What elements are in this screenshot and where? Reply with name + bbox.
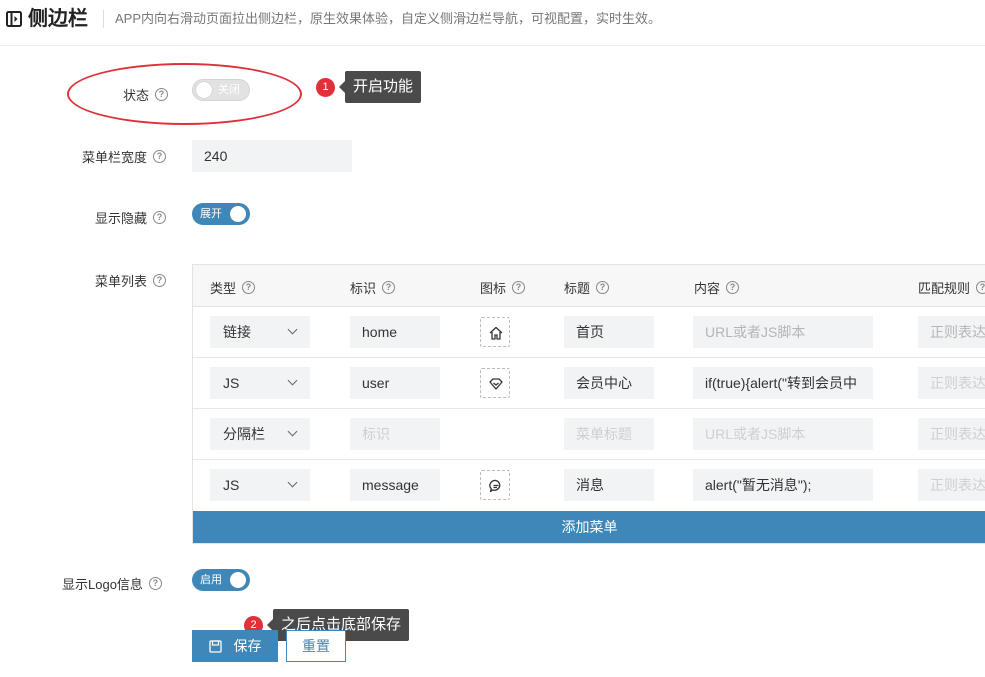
- id-input[interactable]: 标识: [350, 418, 440, 450]
- rule-input[interactable]: 正则表达: [918, 367, 985, 399]
- th-rule: 匹配规则?: [918, 278, 985, 297]
- sidebar-icon: [6, 11, 22, 27]
- logo-label: 显示Logo信息 ?: [62, 574, 162, 593]
- title-input[interactable]: 首页: [564, 316, 654, 348]
- page-title: 侧边栏: [28, 8, 88, 30]
- chevron-down-icon: [287, 375, 298, 386]
- chevron-down-icon: [287, 324, 298, 335]
- type-select[interactable]: 链接: [210, 316, 310, 348]
- content-input[interactable]: alert("暂无消息");: [693, 469, 873, 501]
- save-icon: [208, 639, 222, 653]
- th-icon-text: 图标: [480, 281, 507, 296]
- logo-toggle[interactable]: 启用: [192, 569, 250, 591]
- show-hide-label: 显示隐藏 ?: [95, 208, 167, 227]
- row-divider: [193, 357, 985, 358]
- type-select[interactable]: JS: [210, 469, 310, 501]
- menu-list-label-text: 菜单列表: [95, 274, 148, 289]
- help-icon[interactable]: ?: [976, 281, 985, 294]
- th-title: 标题?: [564, 278, 610, 297]
- th-type: 类型?: [210, 278, 256, 297]
- width-input[interactable]: 240: [192, 140, 352, 172]
- id-input[interactable]: user: [350, 367, 440, 399]
- page-header: 侧边栏 APP内向右滑动页面拉出侧边栏，原生效果体验，自定义侧滑边栏导航，可视配…: [0, 0, 985, 46]
- title-input[interactable]: 会员中心: [564, 367, 654, 399]
- rule-input[interactable]: 正则表达: [918, 316, 985, 348]
- th-content-text: 内容: [694, 281, 721, 296]
- th-icon: 图标?: [480, 278, 526, 297]
- show-hide-toggle-text: 展开: [200, 208, 222, 220]
- chevron-down-icon: [287, 426, 298, 437]
- row-divider: [193, 408, 985, 409]
- th-id-text: 标识: [350, 281, 377, 296]
- content-input[interactable]: URL或者JS脚本: [693, 418, 873, 450]
- toggle-knob: [230, 206, 246, 222]
- row-divider: [193, 459, 985, 460]
- id-input[interactable]: home: [350, 316, 440, 348]
- help-icon[interactable]: ?: [153, 150, 167, 163]
- th-type-text: 类型: [210, 281, 237, 296]
- step1-badge: 1: [316, 78, 335, 97]
- content-input[interactable]: if(true){alert("转到会员中: [693, 367, 873, 399]
- type-select-value: JS: [223, 375, 240, 391]
- width-label: 菜单栏宽度 ?: [82, 147, 167, 166]
- type-select[interactable]: JS: [210, 367, 310, 399]
- help-icon[interactable]: ?: [153, 274, 167, 287]
- show-hide-toggle[interactable]: 展开: [192, 203, 250, 225]
- th-rule-text: 匹配规则: [918, 281, 971, 296]
- rule-input[interactable]: 正则表达: [918, 418, 985, 450]
- icon-picker[interactable]: [480, 368, 510, 398]
- save-button[interactable]: 保存: [192, 630, 278, 662]
- id-input[interactable]: message: [350, 469, 440, 501]
- content-input[interactable]: URL或者JS脚本: [693, 316, 873, 348]
- th-id: 标识?: [350, 278, 396, 297]
- type-select[interactable]: 分隔栏: [210, 418, 310, 450]
- chat-icon: [489, 479, 501, 493]
- page-subtitle: APP内向右滑动页面拉出侧边栏，原生效果体验，自定义侧滑边栏导航，可视配置，实时…: [115, 11, 662, 26]
- icon-picker[interactable]: [480, 317, 510, 347]
- help-icon[interactable]: ?: [382, 281, 396, 294]
- width-label-text: 菜单栏宽度: [82, 150, 148, 165]
- help-icon[interactable]: ?: [242, 281, 256, 294]
- help-icon[interactable]: ?: [153, 211, 167, 224]
- type-select-value: JS: [223, 477, 240, 493]
- rule-input[interactable]: 正则表达: [918, 469, 985, 501]
- home-icon: [489, 326, 503, 340]
- annotation-ellipse: [67, 63, 302, 125]
- help-icon[interactable]: ?: [726, 281, 740, 294]
- table-header: 类型? 标识? 图标? 标题? 内容? 匹配规则?: [193, 265, 985, 307]
- reset-button[interactable]: 重置: [286, 630, 346, 662]
- toggle-knob: [230, 572, 246, 588]
- show-hide-label-text: 显示隐藏: [95, 211, 148, 226]
- help-icon[interactable]: ?: [148, 577, 162, 590]
- header-divider: [103, 10, 104, 28]
- icon-picker[interactable]: [480, 470, 510, 500]
- title-input[interactable]: 消息: [564, 469, 654, 501]
- diamond-icon: [489, 378, 503, 390]
- save-button-label: 保存: [233, 638, 262, 654]
- th-content: 内容?: [694, 278, 740, 297]
- th-title-text: 标题: [564, 281, 591, 296]
- title-input[interactable]: 菜单标题: [564, 418, 654, 450]
- menu-list-label: 菜单列表 ?: [95, 271, 167, 290]
- help-icon[interactable]: ?: [596, 281, 610, 294]
- menu-table: 类型? 标识? 图标? 标题? 内容? 匹配规则? 链接 home 首页 URL…: [192, 264, 985, 544]
- add-menu-button[interactable]: 添加菜单: [193, 511, 985, 543]
- step1-tooltip: 开启功能: [338, 71, 422, 103]
- chevron-down-icon: [287, 477, 298, 488]
- type-select-value: 分隔栏: [223, 426, 265, 442]
- help-icon[interactable]: ?: [512, 281, 526, 294]
- type-select-value: 链接: [223, 324, 251, 340]
- logo-label-text: 显示Logo信息: [62, 577, 143, 592]
- logo-toggle-text: 启用: [200, 574, 222, 586]
